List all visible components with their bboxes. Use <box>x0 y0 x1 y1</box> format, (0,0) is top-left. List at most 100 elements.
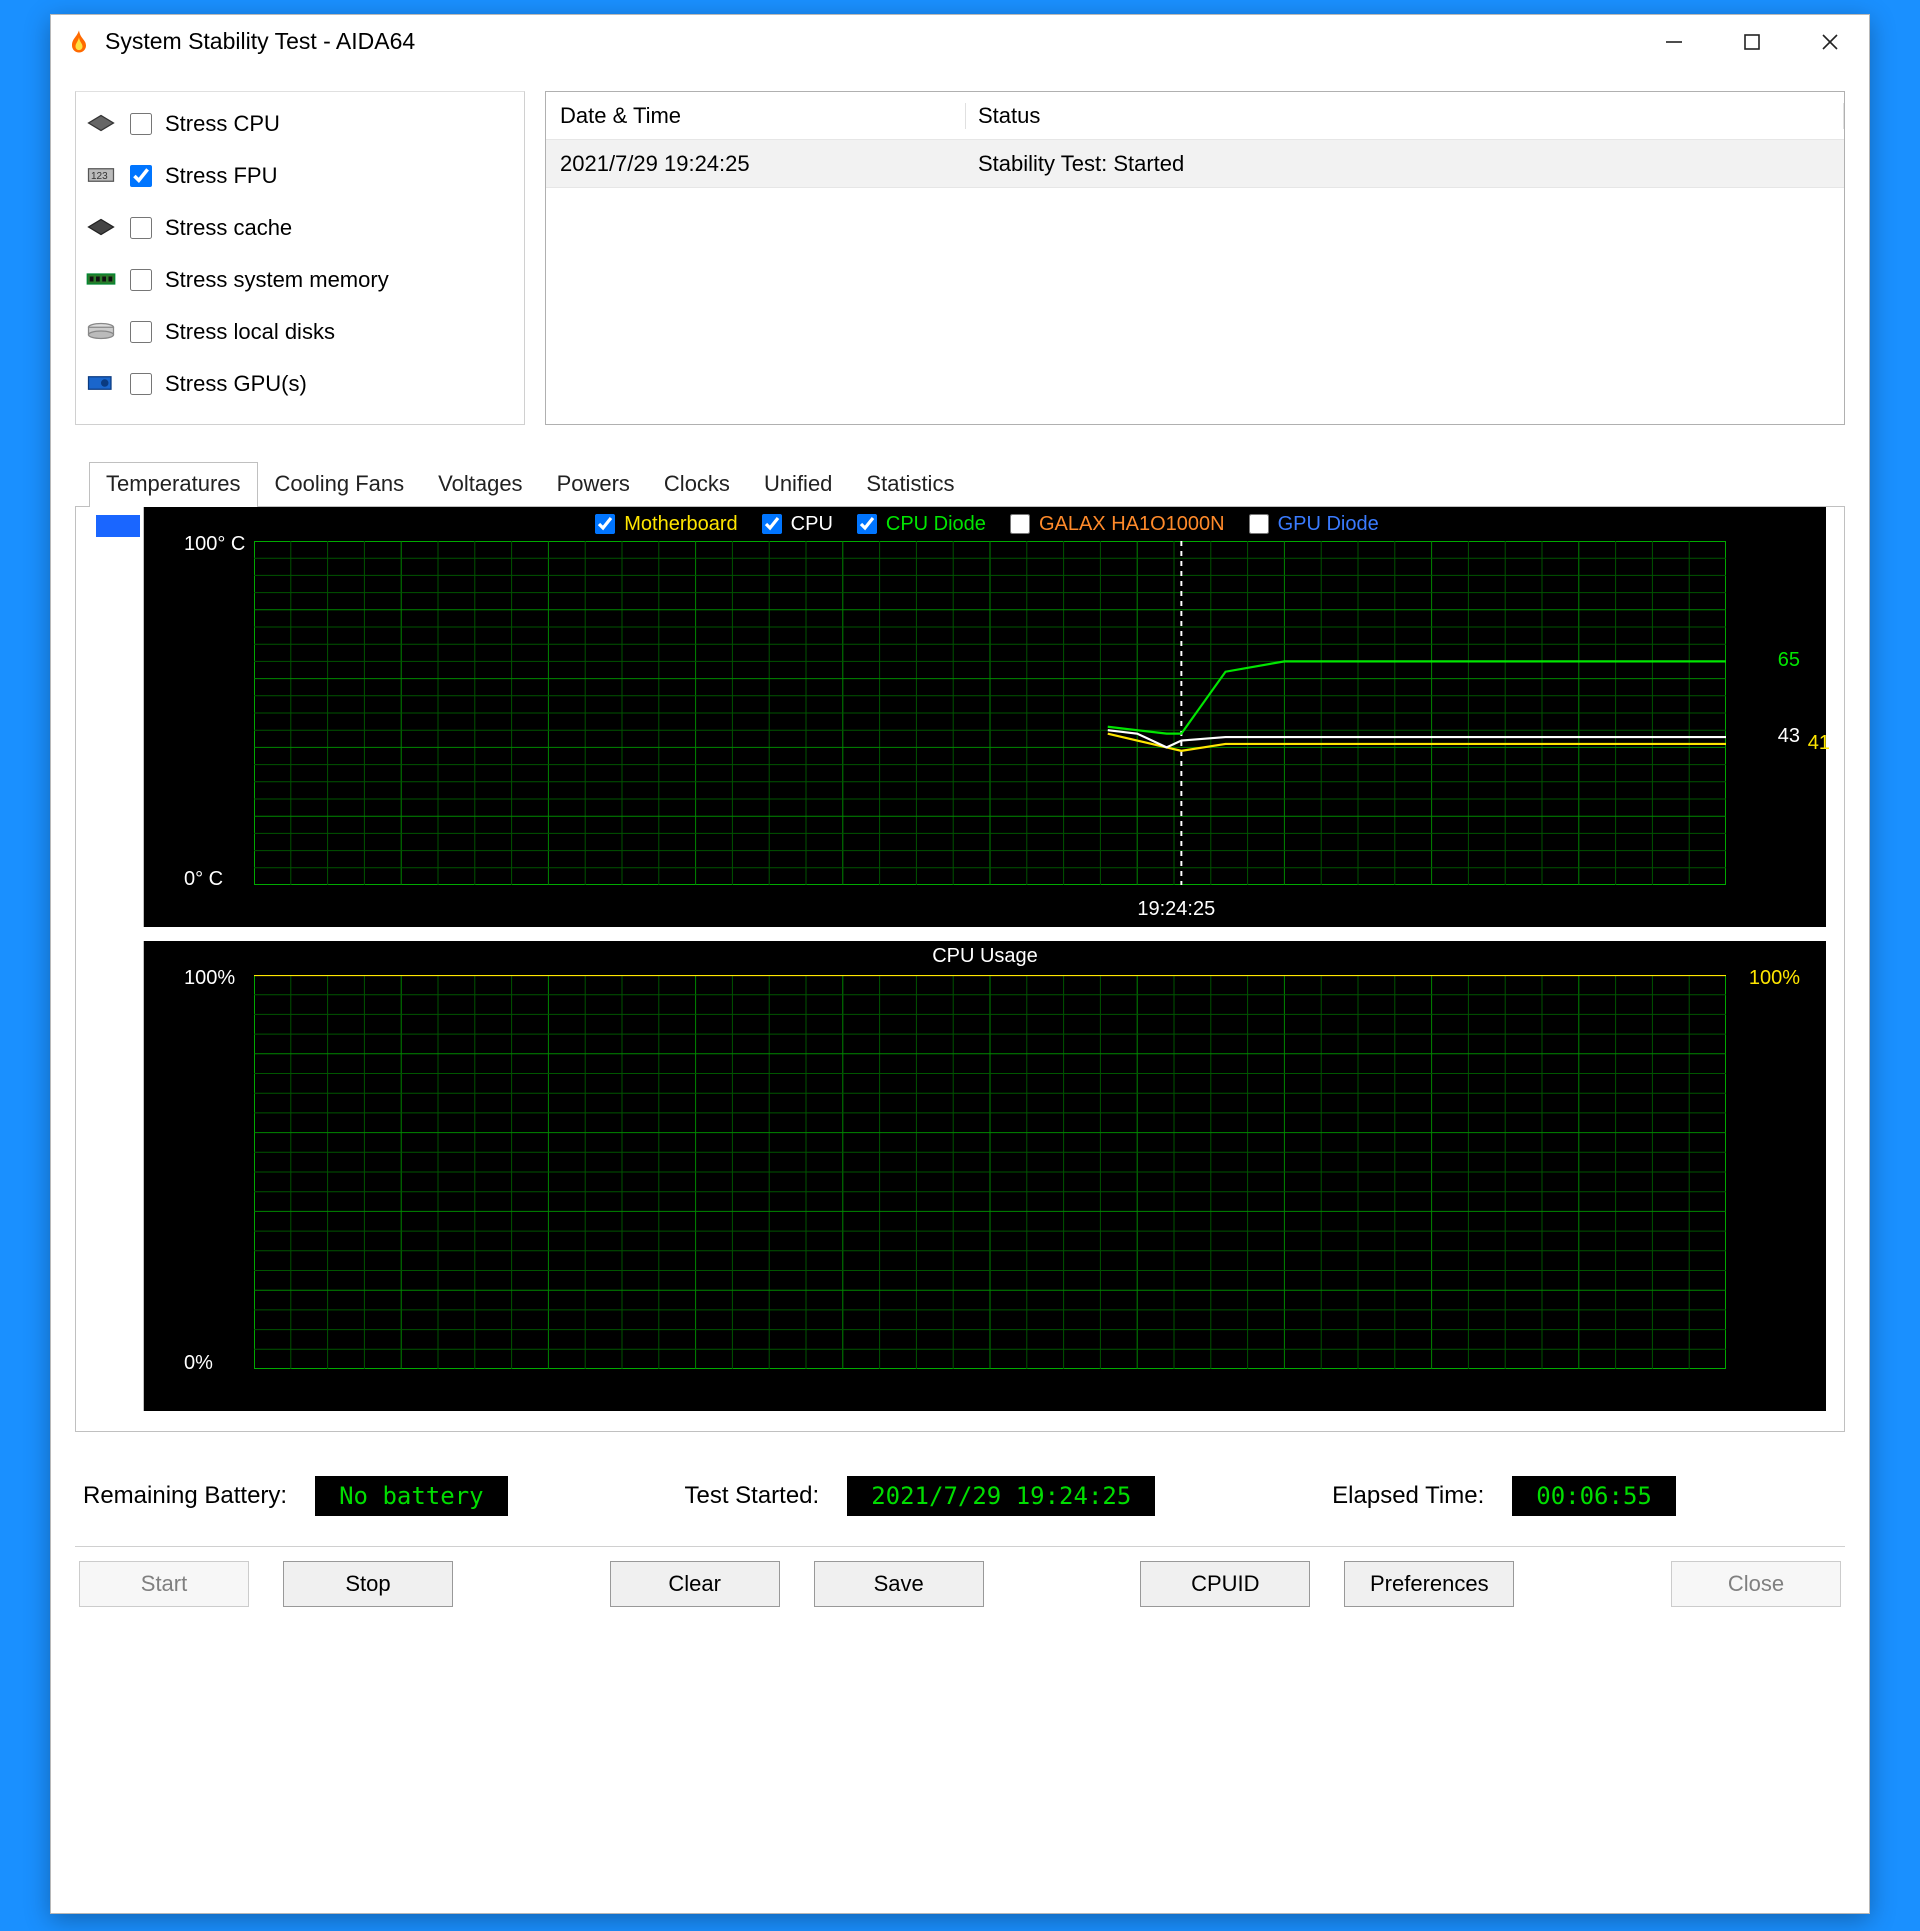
stress-option-cache[interactable]: Stress cache <box>86 202 514 254</box>
started-label: Test Started: <box>684 1482 819 1510</box>
legend-label: GPU Diode <box>1278 513 1379 536</box>
memory-icon <box>86 269 116 291</box>
stress-checkbox[interactable] <box>130 373 152 395</box>
cpu-grid <box>254 975 1726 1369</box>
tab-cooling-fans[interactable]: Cooling Fans <box>258 462 422 507</box>
legend-checkbox[interactable] <box>857 514 877 534</box>
legend-motherboard[interactable]: Motherboard <box>591 511 737 537</box>
close-button[interactable] <box>1791 18 1869 66</box>
stress-checkbox[interactable] <box>130 321 152 343</box>
graph-area: Motherboard CPU CPU Diode GALAX HA1O1000N GP… <box>75 507 1845 1432</box>
stress-checkbox[interactable] <box>130 165 152 187</box>
preferences-button[interactable]: Preferences <box>1344 1561 1514 1607</box>
log-header: Date & Time Status <box>546 92 1844 140</box>
stop-button[interactable]: Stop <box>283 1561 453 1607</box>
cpu-title: CPU Usage <box>144 945 1826 968</box>
legend-galax-ha1o1000n[interactable]: GALAX HA1O1000N <box>1006 511 1225 537</box>
tab-clocks[interactable]: Clocks <box>647 462 747 507</box>
gpu-icon <box>86 373 116 395</box>
window-title: System Stability Test - AIDA64 <box>105 28 1635 55</box>
log-status: Stability Test: Started <box>966 151 1844 177</box>
temp-readout: 65 <box>1778 649 1800 672</box>
stress-label: Stress system memory <box>165 267 389 293</box>
stress-label: Stress CPU <box>165 111 280 137</box>
legend-cpu[interactable]: CPU <box>758 511 833 537</box>
legend-label: CPU Diode <box>886 513 986 536</box>
battery-value: No battery <box>315 1476 508 1516</box>
stress-option-cpu[interactable]: Stress CPU <box>86 98 514 150</box>
graph-tabs: TemperaturesCooling FansVoltagesPowersCl… <box>75 461 1845 507</box>
stress-label: Stress local disks <box>165 319 335 345</box>
legend-checkbox[interactable] <box>1010 514 1030 534</box>
series-thumb[interactable] <box>96 515 140 537</box>
stress-options: Stress CPU 123 Stress FPU Stress cache Stres… <box>75 91 525 425</box>
cpu-icon <box>86 113 116 135</box>
status-line: Remaining Battery: No battery Test Start… <box>75 1476 1845 1516</box>
temp-grid <box>254 541 1726 885</box>
legend-label: CPU <box>791 513 833 536</box>
series-thumbnails <box>94 507 144 927</box>
stress-option-gpu[interactable]: Stress GPU(s) <box>86 358 514 410</box>
event-log[interactable]: Date & Time Status 2021/7/29 19:24:25Sta… <box>545 91 1845 425</box>
cpu-thumbnails <box>94 941 144 1411</box>
maximize-button[interactable] <box>1713 18 1791 66</box>
temp-readout: 43 <box>1778 725 1800 748</box>
elapsed-label: Elapsed Time: <box>1332 1482 1484 1510</box>
cpu-readout: 100% <box>1749 967 1800 990</box>
flame-icon <box>65 28 93 56</box>
cpu-usage-chart[interactable]: CPU Usage 100% 0% 100% <box>144 941 1826 1411</box>
temp-readout: 41 <box>1808 732 1830 755</box>
temp-y-min: 0° C <box>184 868 223 891</box>
legend-checkbox[interactable] <box>1249 514 1269 534</box>
start-button[interactable]: Start <box>79 1561 249 1607</box>
stress-label: Stress FPU <box>165 163 277 189</box>
started-value: 2021/7/29 19:24:25 <box>847 1476 1155 1516</box>
disk-icon <box>86 321 116 343</box>
legend-label: GALAX HA1O1000N <box>1039 513 1225 536</box>
tab-statistics[interactable]: Statistics <box>849 462 971 507</box>
stress-checkbox[interactable] <box>130 113 152 135</box>
close-app-button[interactable]: Close <box>1671 1561 1841 1607</box>
temp-time-label: 19:24:25 <box>1137 898 1215 921</box>
app-window: System Stability Test - AIDA64 Stress CP… <box>50 14 1870 1914</box>
log-header-time[interactable]: Date & Time <box>546 103 966 129</box>
legend-checkbox[interactable] <box>595 514 615 534</box>
cpu-y-max: 100% <box>184 967 235 990</box>
elapsed-value: 00:06:55 <box>1512 1476 1676 1516</box>
client-area: Stress CPU 123 Stress FPU Stress cache Stres… <box>51 69 1869 1913</box>
legend-gpu-diode[interactable]: GPU Diode <box>1245 511 1379 537</box>
fpu-icon: 123 <box>86 165 116 187</box>
stress-label: Stress GPU(s) <box>165 371 307 397</box>
stress-checkbox[interactable] <box>130 269 152 291</box>
legend-cpu-diode[interactable]: CPU Diode <box>853 511 986 537</box>
log-row[interactable]: 2021/7/29 19:24:25Stability Test: Starte… <box>546 140 1844 188</box>
stress-option-fpu[interactable]: 123 Stress FPU <box>86 150 514 202</box>
cpuid-button[interactable]: CPUID <box>1140 1561 1310 1607</box>
legend-label: Motherboard <box>624 513 737 536</box>
log-time: 2021/7/29 19:24:25 <box>546 151 966 177</box>
stress-label: Stress cache <box>165 215 292 241</box>
clear-button[interactable]: Clear <box>610 1561 780 1607</box>
stress-option-disk[interactable]: Stress local disks <box>86 306 514 358</box>
legend-checkbox[interactable] <box>762 514 782 534</box>
cache-icon <box>86 217 116 239</box>
minimize-button[interactable] <box>1635 18 1713 66</box>
temperature-chart[interactable]: Motherboard CPU CPU Diode GALAX HA1O1000N GP… <box>144 507 1826 927</box>
tab-voltages[interactable]: Voltages <box>421 462 539 507</box>
log-header-status[interactable]: Status <box>966 103 1844 129</box>
window-controls <box>1635 18 1869 66</box>
top-row: Stress CPU 123 Stress FPU Stress cache Stres… <box>75 91 1845 425</box>
cpu-usage-graph-container: CPU Usage 100% 0% 100% <box>76 941 1844 1411</box>
separator <box>75 1546 1845 1547</box>
stress-checkbox[interactable] <box>130 217 152 239</box>
battery-label: Remaining Battery: <box>83 1482 287 1510</box>
tab-unified[interactable]: Unified <box>747 462 849 507</box>
temperature-graph-container: Motherboard CPU CPU Diode GALAX HA1O1000N GP… <box>76 507 1844 927</box>
svg-text:123: 123 <box>91 171 108 182</box>
tab-powers[interactable]: Powers <box>540 462 647 507</box>
button-row: Start Stop Clear Save CPUID Preferences … <box>75 1561 1845 1629</box>
save-button[interactable]: Save <box>814 1561 984 1607</box>
tab-temperatures[interactable]: Temperatures <box>89 462 258 507</box>
titlebar[interactable]: System Stability Test - AIDA64 <box>51 15 1869 69</box>
stress-option-memory[interactable]: Stress system memory <box>86 254 514 306</box>
